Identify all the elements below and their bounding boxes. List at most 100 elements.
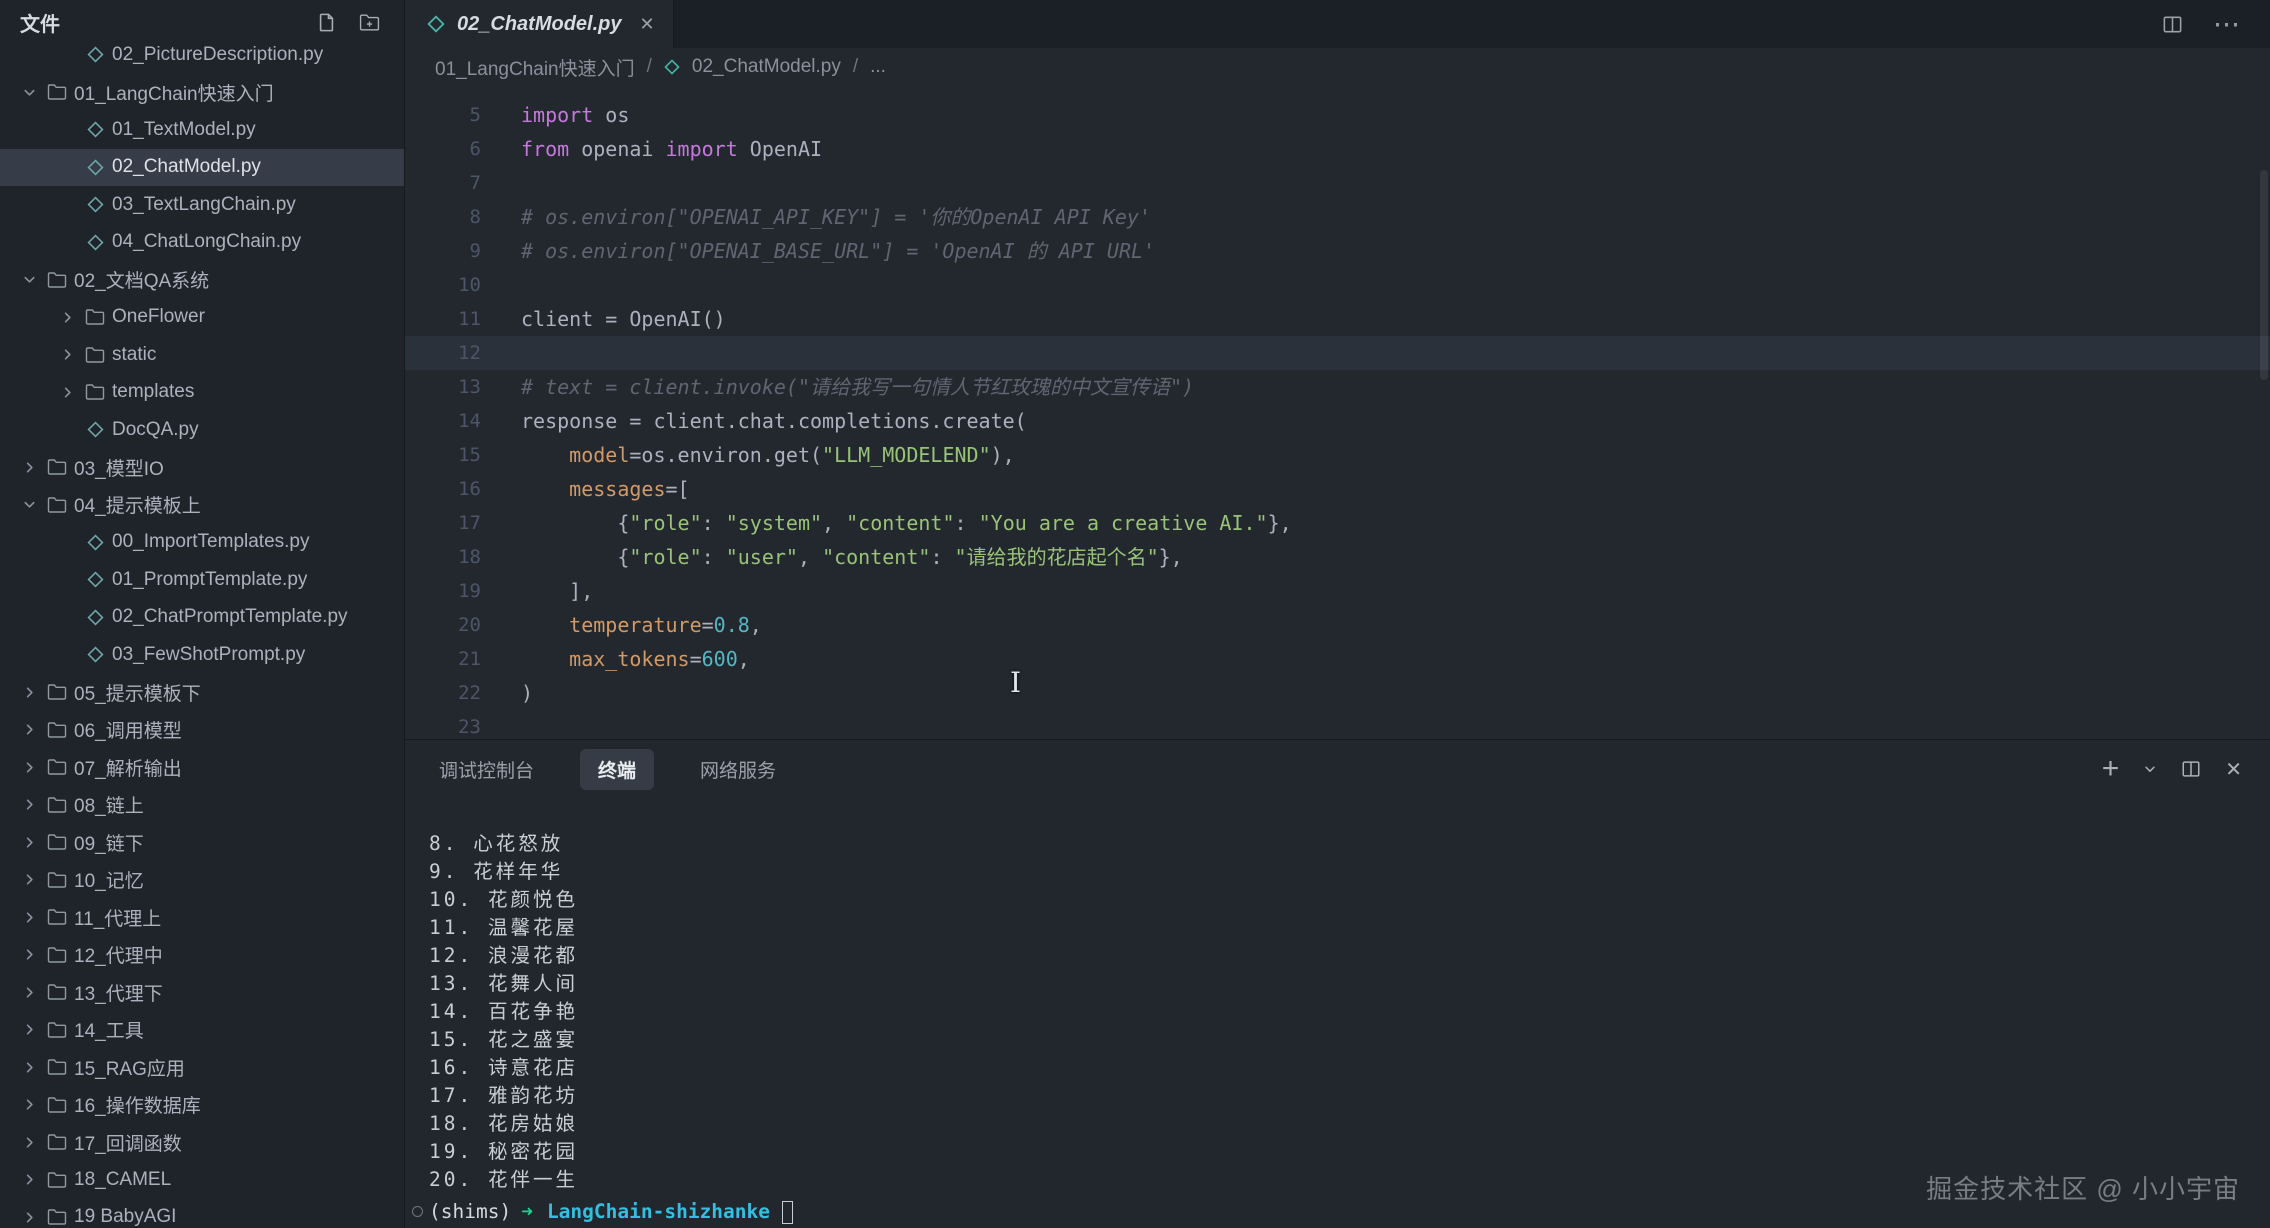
python-file-icon [80,534,110,551]
code-line-16[interactable]: 16 messages=[ [405,472,2270,506]
close-tab-icon[interactable]: ✕ [639,14,654,35]
tree-file-00_ImportTemplates.py[interactable]: 00_ImportTemplates.py [0,524,404,562]
tree-folder-11_代理上[interactable]: 11_代理上 [0,899,404,937]
tree-item-label: 13_代理下 [74,979,163,1006]
chevron-down-icon[interactable] [2143,762,2157,776]
code-line-8[interactable]: 8# os.environ["OPENAI_API_KEY"] = '你的Ope… [405,200,2270,234]
code-text: client = OpenAI() [521,302,726,336]
panel-tab-网络服务[interactable]: 网络服务 [698,749,778,790]
code-line-14[interactable]: 14response = client.chat.completions.cre… [405,404,2270,438]
code-line-12[interactable]: 12 [405,336,2270,370]
folder-icon [42,1133,72,1151]
code-text: from openai import OpenAI [521,132,822,166]
tree-folder-12_代理中[interactable]: 12_代理中 [0,936,404,974]
split-editor-icon[interactable] [2162,14,2183,35]
tree-folder-static[interactable]: static [0,336,404,374]
terminal-cursor [782,1201,793,1224]
tree-folder-02_文档QA系统[interactable]: 02_文档QA系统 [0,261,404,299]
code-line-17[interactable]: 17 {"role": "system", "content": "You ar… [405,506,2270,540]
watermark: 掘金技术社区 @ 小小宇宙 [1926,1169,2240,1206]
code-line-9[interactable]: 9# os.environ["OPENAI_BASE_URL"] = 'Open… [405,234,2270,268]
new-file-icon[interactable] [316,12,337,33]
code-text: messages=[ [521,472,690,506]
tree-item-label: DocQA.py [112,419,199,441]
tree-folder-templates[interactable]: templates [0,374,404,412]
code-line-20[interactable]: 20 temperature=0.8, [405,608,2270,642]
tree-file-01_TextModel.py[interactable]: 01_TextModel.py [0,111,404,149]
tree-folder-16_操作数据库[interactable]: 16_操作数据库 [0,1086,404,1124]
tree-folder-08_链上[interactable]: 08_链上 [0,786,404,824]
tree-folder-01_LangChain快速入门[interactable]: 01_LangChain快速入门 [0,74,404,112]
tree-item-label: 17_回调函数 [74,1129,182,1156]
code-line-11[interactable]: 11client = OpenAI() [405,302,2270,336]
code-line-6[interactable]: 6from openai import OpenAI [405,132,2270,166]
tree-folder-09_链下[interactable]: 09_链下 [0,824,404,862]
code-line-22[interactable]: 22) [405,676,2270,710]
split-panel-icon[interactable] [2181,759,2201,779]
code-editor[interactable]: 5import os6from openai import OpenAI78# … [405,86,2270,739]
panel-tab-调试控制台[interactable]: 调试控制台 [437,749,536,790]
code-line-10[interactable]: 10 [405,268,2270,302]
tree-folder-15_RAG应用[interactable]: 15_RAG应用 [0,1049,404,1087]
tree-item-label: 05_提示模板下 [74,679,201,706]
tree-file-DocQA.py[interactable]: DocQA.py [0,411,404,449]
tree-file-02_ChatModel.py[interactable]: 02_ChatModel.py [0,149,404,187]
code-text: ], [521,574,593,608]
code-line-19[interactable]: 19 ], [405,574,2270,608]
folder-icon [42,683,72,701]
tree-folder-04_提示模板上[interactable]: 04_提示模板上 [0,486,404,524]
tree-item-label: 18_CAMEL [74,1169,171,1191]
code-text: model=os.environ.get("LLM_MODELEND"), [521,438,1015,472]
code-text: max_tokens=600, [521,642,750,676]
command-indicator-icon [412,1206,423,1217]
code-line-23[interactable]: 23 [405,710,2270,739]
tree-folder-18_CAMEL[interactable]: 18_CAMEL [0,1161,404,1199]
editor-scrollbar[interactable] [2260,170,2268,380]
tree-item-label: static [112,344,156,366]
panel-tab-终端[interactable]: 终端 [580,749,654,790]
code-text: # os.environ["OPENAI_API_KEY"] = '你的Open… [521,200,1151,234]
line-number: 10 [405,268,481,302]
tree-file-03_FewShotPrompt.py[interactable]: 03_FewShotPrompt.py [0,636,404,674]
tree-folder-17_回调函数[interactable]: 17_回调函数 [0,1124,404,1162]
tree-folder-06_调用模型[interactable]: 06_调用模型 [0,711,404,749]
new-terminal-icon[interactable]: + [2102,754,2120,784]
tree-folder-14_工具[interactable]: 14_工具 [0,1011,404,1049]
code-line-13[interactable]: 13# text = client.invoke("请给我写一句情人节红玫瑰的中… [405,370,2270,404]
tree-file-02_ChatPromptTemplate.py[interactable]: 02_ChatPromptTemplate.py [0,599,404,637]
terminal[interactable]: 8. 心花怒放9. 花样年华10. 花颜悦色11. 温馨花屋12. 浪漫花都13… [405,792,2270,1226]
tree-folder-03_模型IO[interactable]: 03_模型IO [0,449,404,487]
close-panel-icon[interactable]: ✕ [2225,757,2242,782]
code-line-5[interactable]: 5import os [405,98,2270,132]
tree-folder-OneFlower[interactable]: OneFlower [0,299,404,337]
code-text: {"role": "system", "content": "You are a… [521,506,1292,540]
code-line-7[interactable]: 7 [405,166,2270,200]
breadcrumb: 01_LangChain快速入门 / 02_ChatModel.py / ... [405,48,2270,86]
more-actions-icon[interactable]: ⋯ [2213,11,2242,38]
panel-header: 调试控制台 终端 网络服务 + ✕ [405,740,2270,792]
python-file-icon [664,59,680,75]
folder-icon [42,1171,72,1189]
breadcrumb-file[interactable]: 02_ChatModel.py [692,56,841,78]
tree-folder-10_记忆[interactable]: 10_记忆 [0,861,404,899]
breadcrumb-folder[interactable]: 01_LangChain快速入门 [435,54,635,81]
new-folder-icon[interactable] [359,13,380,32]
tab-label: 02_ChatModel.py [457,13,621,36]
line-number: 16 [405,472,481,506]
chevron-right-icon [16,797,42,812]
code-line-21[interactable]: 21 max_tokens=600, [405,642,2270,676]
tab-02_ChatModel.py[interactable]: 02_ChatModel.py ✕ [405,0,674,48]
tree-file-01_PromptTemplate.py[interactable]: 01_PromptTemplate.py [0,561,404,599]
tree-folder-05_提示模板下[interactable]: 05_提示模板下 [0,674,404,712]
tree-folder-19 BabyAGI[interactable]: 19 BabyAGI [0,1199,404,1228]
tree-file-04_ChatLongChain.py[interactable]: 04_ChatLongChain.py [0,224,404,262]
code-line-18[interactable]: 18 {"role": "user", "content": "请给我的花店起个… [405,540,2270,574]
breadcrumb-symbol[interactable]: ... [870,56,886,78]
line-number: 18 [405,540,481,574]
tree-file-03_TextLangChain.py[interactable]: 03_TextLangChain.py [0,186,404,224]
tree-folder-07_解析输出[interactable]: 07_解析输出 [0,749,404,787]
code-line-15[interactable]: 15 model=os.environ.get("LLM_MODELEND"), [405,438,2270,472]
tree-folder-13_代理下[interactable]: 13_代理下 [0,974,404,1012]
code-text: response = client.chat.completions.creat… [521,404,1027,438]
tree-item-label: 07_解析输出 [74,754,182,781]
